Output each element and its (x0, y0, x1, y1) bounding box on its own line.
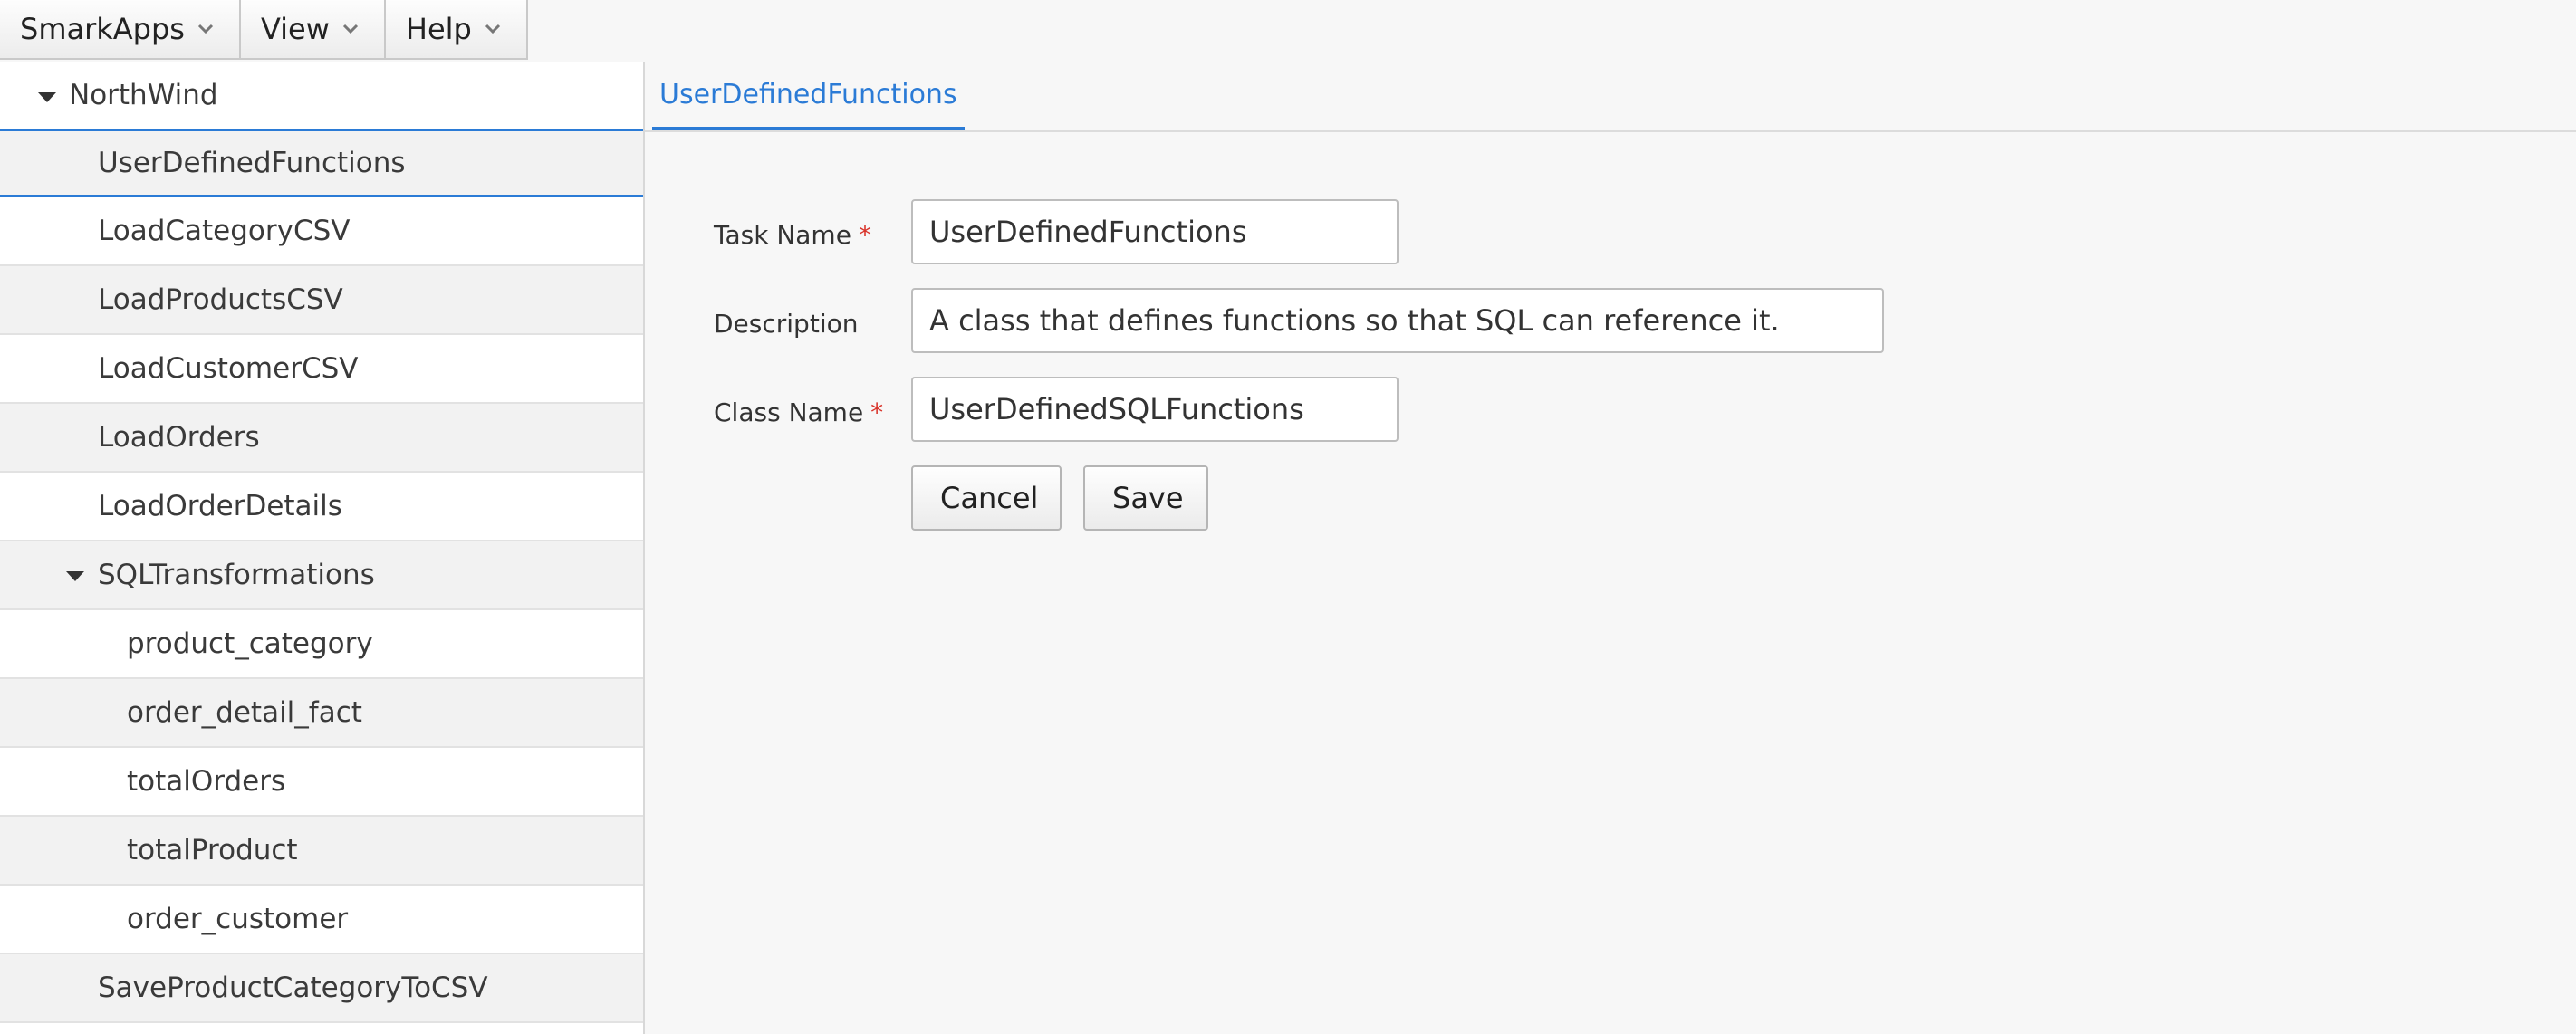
tree-item-label: LoadProductsCSV (98, 283, 343, 316)
class-name-label: Class Name * (714, 379, 883, 445)
required-mark: * (858, 219, 871, 250)
tree-node-northwind[interactable]: NorthWind (0, 62, 643, 129)
description-label: Description (714, 291, 858, 356)
tree-item-label: order_customer (127, 903, 349, 935)
tree-item-label: totalProduct (127, 834, 298, 866)
tree-item-totalproduct[interactable]: totalProduct (0, 817, 643, 886)
tree-item-label: totalOrders (127, 765, 286, 798)
main-panel: UserDefinedFunctions Task Name * Descrip… (645, 62, 2576, 1034)
required-mark: * (870, 397, 884, 427)
tree-node-sqltransformations[interactable]: SQLTransformations (0, 541, 643, 610)
cancel-button[interactable]: Cancel (911, 465, 1062, 531)
chevron-down-icon (485, 24, 501, 34)
tree-item-label: LoadCategoryCSV (98, 215, 351, 247)
tab-userdefinedfunctions[interactable]: UserDefinedFunctions (652, 62, 965, 130)
menu-label: View (260, 12, 330, 46)
caret-down-icon[interactable] (38, 92, 56, 102)
tree-item-loadproductscsv[interactable]: LoadProductsCSV (0, 266, 643, 335)
menu-view[interactable]: View (240, 0, 386, 60)
chevron-down-icon (342, 24, 359, 34)
tree-item-order-customer[interactable]: order_customer (0, 886, 643, 954)
task-name-input[interactable] (911, 199, 1399, 264)
sidebar-tree: NorthWind UserDefinedFunctions LoadCateg… (0, 62, 645, 1034)
tree-item-product-category[interactable]: product_category (0, 610, 643, 679)
menu-label: Help (405, 12, 472, 46)
menu-label: SmarkApps (20, 12, 185, 46)
tree-item-label: UserDefinedFunctions (98, 147, 406, 179)
tree-item-label: order_detail_fact (127, 696, 362, 729)
tree-item-label: LoadCustomerCSV (98, 352, 359, 385)
task-name-label: Task Name * (714, 202, 871, 267)
tree-item-order-detail-fact[interactable]: order_detail_fact (0, 679, 643, 748)
tree-item-loadorders[interactable]: LoadOrders (0, 404, 643, 473)
tree-item-label: LoadOrderDetails (98, 490, 342, 522)
description-input[interactable] (911, 288, 1884, 353)
tab-label: UserDefinedFunctions (659, 78, 957, 110)
save-button[interactable]: Save (1083, 465, 1208, 531)
tree-item-totalorders[interactable]: totalOrders (0, 748, 643, 817)
menu-help[interactable]: Help (385, 0, 528, 60)
tree-item-label: LoadOrders (98, 421, 260, 454)
class-name-input[interactable] (911, 377, 1399, 442)
tree-node-label: NorthWind (69, 79, 218, 111)
tree-item-loadorderdetails[interactable]: LoadOrderDetails (0, 473, 643, 541)
tree-item-userdefinedfunctions[interactable]: UserDefinedFunctions (0, 129, 643, 197)
label-text: Class Name (714, 397, 864, 427)
tree-item-saveproductcategorytocsv[interactable]: SaveProductCategoryToCSV (0, 954, 643, 1023)
menu-bar: SmarkApps View Help (0, 0, 528, 62)
menu-smarkapps[interactable]: SmarkApps (0, 0, 241, 60)
label-text: Description (714, 308, 859, 339)
tree-item-loadcategorycsv[interactable]: LoadCategoryCSV (0, 197, 643, 266)
tab-bar: UserDefinedFunctions (645, 62, 2576, 132)
chevron-down-icon (197, 24, 214, 34)
tree-item-label: product_category (127, 627, 373, 660)
tree-node-label: SQLTransformations (98, 559, 375, 591)
tree-item-loadcustomercsv[interactable]: LoadCustomerCSV (0, 335, 643, 404)
caret-down-icon[interactable] (66, 571, 84, 581)
tree-item-label: SaveProductCategoryToCSV (98, 972, 488, 1004)
label-text: Task Name (714, 219, 851, 250)
